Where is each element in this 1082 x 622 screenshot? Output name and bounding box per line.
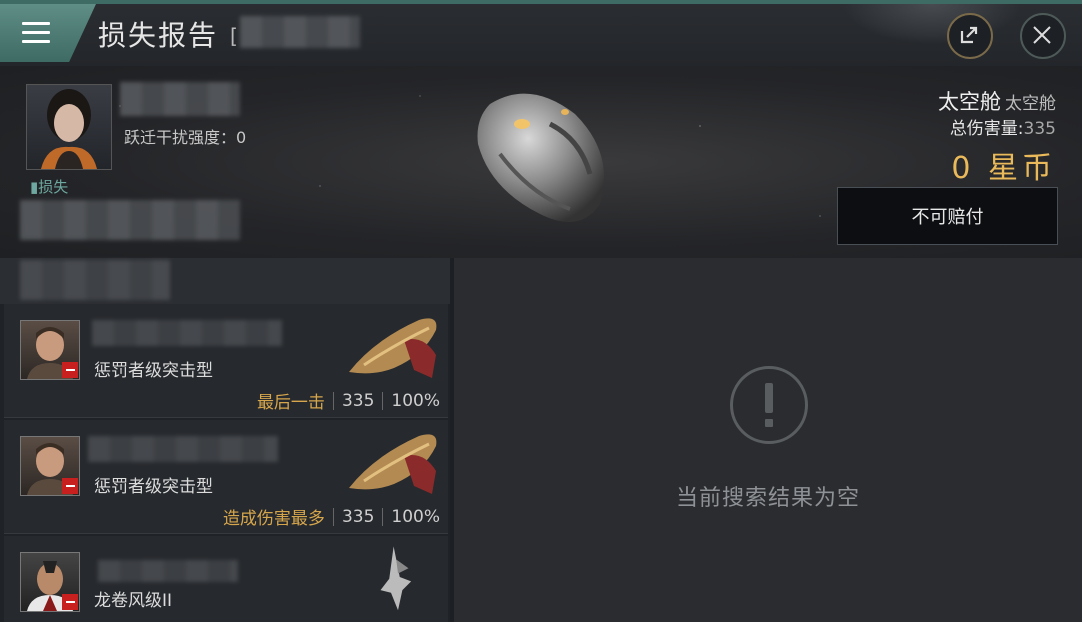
- redacted-corporation: [20, 200, 240, 240]
- compensation-button[interactable]: 不可赔付: [837, 187, 1058, 245]
- hamburger-icon: [22, 22, 50, 44]
- redacted-attacker-name: [92, 320, 282, 346]
- divider: [382, 391, 384, 410]
- empty-result-message: 当前搜索结果为空: [675, 486, 860, 511]
- ship-name-text: 太空舱: [938, 90, 1001, 114]
- page-title: 损失报告: [98, 19, 219, 52]
- isk-value: 0 星币: [951, 151, 1056, 186]
- minus-badge-icon: [62, 594, 78, 610]
- title-bracket: [: [230, 24, 238, 48]
- divider: [332, 507, 334, 526]
- attacker-stats: 造成伤害最多 335 100%: [222, 504, 440, 530]
- attacker-percent: 100%: [391, 506, 440, 527]
- attacker-damage: 335: [341, 506, 375, 527]
- ship-type-text: 太空舱: [1005, 94, 1056, 114]
- divider: [382, 507, 384, 526]
- victim-ship-name: 太空舱 太空舱: [938, 86, 1056, 116]
- attacker-row[interactable]: 龙卷风级II: [4, 536, 448, 622]
- attacker-ship-name: 龙卷风级II: [94, 591, 173, 611]
- total-damage-value: 335: [1023, 119, 1056, 139]
- station-silhouette: [842, 4, 1022, 44]
- exclamation-icon: [730, 366, 808, 444]
- share-icon: [960, 26, 978, 44]
- attacker-ship-name: 惩罚者级突击型: [94, 361, 213, 381]
- minus-badge-icon: [62, 362, 78, 378]
- total-damage-label: 总伤害量:: [949, 119, 1024, 139]
- total-damage: 总伤害量:335: [950, 114, 1056, 139]
- close-button[interactable]: [1020, 13, 1066, 59]
- search-result-panel: 当前搜索结果为空: [454, 258, 1082, 622]
- final-blow-tag: 最后一击: [256, 393, 325, 413]
- warp-disruption-strength: 跃迁干扰强度：0: [124, 128, 247, 147]
- capsule-ship-image: [477, 93, 605, 222]
- loss-tag-label: 损失: [38, 178, 69, 196]
- attacker-list: 惩罚者级突击型 最后一击 335 100% 惩罚者级突击型 造成伤害最多 335…: [0, 304, 450, 622]
- redacted-attacker-name: [88, 436, 278, 462]
- redacted-victim-name: [240, 16, 360, 48]
- retribution-ship-icon: [349, 434, 437, 494]
- attacker-list-header: [0, 258, 450, 304]
- close-icon: [1033, 26, 1051, 44]
- redacted-header-text: [20, 260, 170, 300]
- share-button[interactable]: [947, 13, 993, 59]
- victim-portrait[interactable]: [26, 84, 112, 170]
- attacker-damage: 335: [341, 390, 375, 411]
- attacker-stats: 最后一击 335 100%: [256, 388, 440, 414]
- loss-tag: ▮损失: [30, 178, 69, 196]
- top-damage-tag: 造成伤害最多: [222, 509, 325, 529]
- retribution-ship-icon: [349, 318, 437, 378]
- attacker-percent: 100%: [391, 390, 440, 411]
- tornado-ship-icon: [380, 546, 412, 611]
- attacker-row[interactable]: 惩罚者级突击型 最后一击 335 100%: [4, 304, 448, 418]
- redacted-attacker-name: [98, 560, 238, 582]
- attacker-ship-name: 惩罚者级突击型: [94, 477, 213, 497]
- attacker-row[interactable]: 惩罚者级突击型 造成伤害最多 335 100%: [4, 420, 448, 534]
- redacted-pilot-name: [120, 82, 240, 116]
- minus-badge-icon: [62, 478, 78, 494]
- divider: [332, 391, 334, 410]
